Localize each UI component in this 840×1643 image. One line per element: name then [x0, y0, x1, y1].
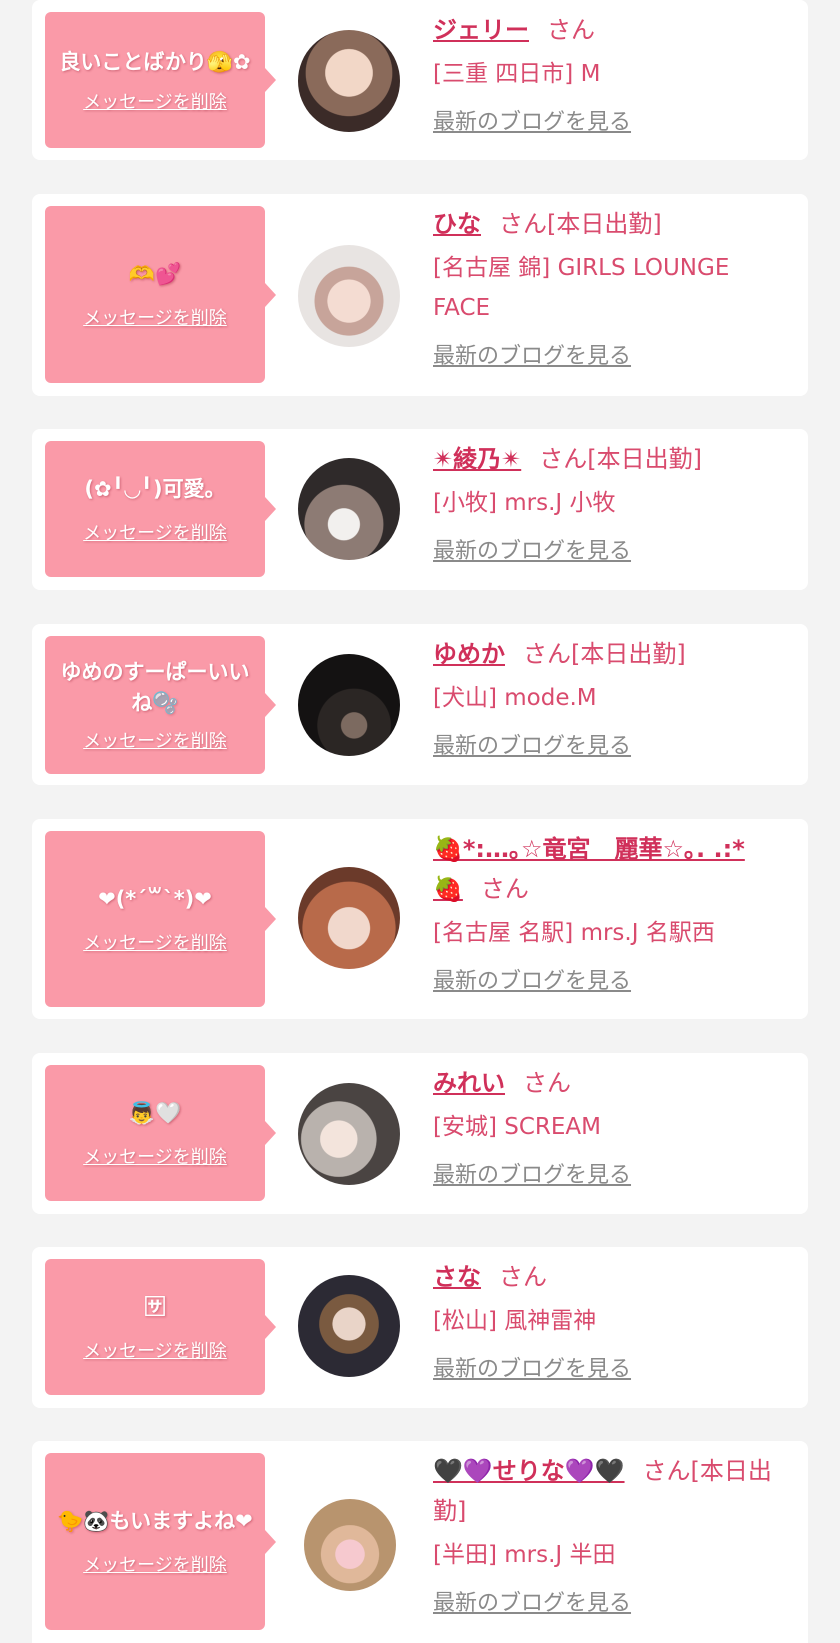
name-suffix: さん[本日出勤]: [523, 640, 686, 668]
delete-message-link[interactable]: メッセージを削除: [83, 88, 227, 114]
message-card: 🈂 メッセージを削除 さな さん [松山] 風神雷神 最新のブログを見る: [32, 1247, 808, 1408]
name-suffix: さん: [499, 1263, 547, 1291]
avatar[interactable]: [298, 245, 400, 347]
cast-info: さな さん [松山] 風神雷神 最新のブログを見る: [433, 1257, 798, 1385]
message-bubble: ❤(*´꒳`*)❤ メッセージを削除: [45, 831, 276, 1007]
message-card: 良いことばかり🫣✿ メッセージを削除 ジェリー さん [三重 四日市] M 最新の…: [32, 0, 808, 160]
cast-name-link[interactable]: 🍓*:…｡☆竜宮 麗華☆｡. .:*🍓: [433, 835, 745, 903]
name-line: みれい さん: [433, 1063, 798, 1103]
cast-name-link[interactable]: さな: [433, 1263, 481, 1291]
latest-blog-link[interactable]: 最新のブログを見る: [433, 342, 631, 372]
shop-info: [名古屋 名駅] mrs.J 名駅西: [433, 920, 715, 946]
avatar[interactable]: [298, 867, 400, 969]
name-suffix: さん: [523, 1069, 571, 1097]
shop-info: [松山] 風神雷神: [433, 1308, 597, 1334]
cast-info: ✴綾乃✴ さん[本日出勤] [小牧] mrs.J 小牧 最新のブログを見る: [433, 439, 798, 567]
delete-message-link[interactable]: メッセージを削除: [83, 1143, 227, 1169]
delete-message-link[interactable]: メッセージを削除: [83, 727, 227, 753]
delete-message-link[interactable]: メッセージを削除: [83, 519, 227, 545]
latest-blog-link[interactable]: 最新のブログを見る: [433, 967, 631, 997]
message-bubble: 🈂 メッセージを削除: [45, 1259, 276, 1395]
cast-name-link[interactable]: ひな: [433, 210, 481, 238]
name-line: さな さん: [433, 1257, 798, 1297]
message-list: 良いことばかり🫣✿ メッセージを削除 ジェリー さん [三重 四日市] M 最新の…: [0, 0, 840, 1643]
shop-info: [三重 四日市] M: [433, 61, 601, 87]
cast-info: 🖤💜せりな💜🖤 さん[本日出勤] [半田] mrs.J 半田 最新のブログを見る: [433, 1451, 798, 1619]
message-text: ゆめのすーぱーいいね🫧: [60, 660, 250, 715]
delete-message-link[interactable]: メッセージを削除: [83, 929, 227, 955]
message-bubble: 良いことばかり🫣✿ メッセージを削除: [45, 12, 276, 148]
shop-info: [犬山] mode.M: [433, 685, 597, 711]
delete-message-link[interactable]: メッセージを削除: [83, 1337, 227, 1363]
latest-blog-link[interactable]: 最新のブログを見る: [433, 732, 631, 762]
name-line: 🖤💜せりな💜🖤 さん[本日出勤]: [433, 1451, 795, 1531]
name-line: ひな さん[本日出勤]: [433, 204, 798, 244]
shop-info: [安城] SCREAM: [433, 1114, 602, 1140]
message-card: ゆめのすーぱーいいね🫧 メッセージを削除 ゆめか さん[本日出勤] [犬山] mo…: [32, 624, 808, 785]
cast-info: ひな さん[本日出勤] [名古屋 錦] GIRLS LOUNGE FACE 最新の…: [433, 204, 798, 372]
message-card: 🐤🐼もいますよね❤ メッセージを削除 🖤💜せりな💜🖤 さん[本日出勤] [半田] …: [32, 1441, 808, 1643]
delete-message-link[interactable]: メッセージを削除: [83, 1551, 227, 1577]
message-card: (✿╹◡╹)可愛。 メッセージを削除 ✴綾乃✴ さん[本日出勤] [小牧] mrs…: [32, 429, 808, 590]
message-card: 🫶💕 メッセージを削除 ひな さん[本日出勤] [名古屋 錦] GIRLS LOU…: [32, 194, 808, 396]
name-suffix: さん[本日出勤]: [499, 210, 662, 238]
delete-message-link[interactable]: メッセージを削除: [83, 304, 227, 330]
cast-info: ジェリー さん [三重 四日市] M 最新のブログを見る: [433, 10, 798, 138]
message-card: ❤(*´꒳`*)❤ メッセージを削除 🍓*:…｡☆竜宮 麗華☆｡. .:*🍓 さん…: [32, 819, 808, 1019]
avatar[interactable]: [298, 1083, 400, 1185]
name-line: 🍓*:…｡☆竜宮 麗華☆｡. .:*🍓 さん: [433, 829, 763, 909]
avatar[interactable]: [298, 1275, 400, 1377]
latest-blog-link[interactable]: 最新のブログを見る: [433, 1589, 631, 1619]
message-bubble: (✿╹◡╹)可愛。 メッセージを削除: [45, 441, 276, 577]
latest-blog-link[interactable]: 最新のブログを見る: [433, 1355, 631, 1385]
name-line: ジェリー さん: [433, 10, 798, 50]
name-suffix: さん[本日出勤]: [539, 445, 702, 473]
cast-info: ゆめか さん[本日出勤] [犬山] mode.M 最新のブログを見る: [433, 634, 798, 762]
message-text: 🐤🐼もいますよね❤: [57, 1509, 253, 1533]
avatar[interactable]: [298, 654, 400, 756]
latest-blog-link[interactable]: 最新のブログを見る: [433, 1161, 631, 1191]
cast-name-link[interactable]: みれい: [433, 1069, 505, 1097]
avatar[interactable]: [304, 1499, 396, 1591]
message-bubble: 🐤🐼もいますよね❤ メッセージを削除: [45, 1453, 276, 1630]
shop-info: [半田] mrs.J 半田: [433, 1542, 616, 1568]
latest-blog-link[interactable]: 最新のブログを見る: [433, 537, 631, 567]
message-bubble: ゆめのすーぱーいいね🫧 メッセージを削除: [45, 636, 276, 774]
shop-info: [名古屋 錦] GIRLS LOUNGE FACE: [433, 255, 730, 321]
avatar[interactable]: [298, 458, 400, 560]
message-bubble: 🫶💕 メッセージを削除: [45, 206, 276, 383]
message-text: (✿╹◡╹)可愛。: [84, 476, 226, 501]
message-text: ❤(*´꒳`*)❤: [98, 886, 212, 911]
message-card: 👼🤍 メッセージを削除 みれい さん [安城] SCREAM 最新のブログを見る: [32, 1053, 808, 1214]
shop-info: [小牧] mrs.J 小牧: [433, 490, 616, 516]
message-bubble: 👼🤍 メッセージを削除: [45, 1065, 276, 1201]
name-suffix: さん: [547, 16, 595, 44]
cast-name-link[interactable]: ジェリー: [433, 16, 529, 44]
cast-info: みれい さん [安城] SCREAM 最新のブログを見る: [433, 1063, 798, 1191]
message-text: 🈂: [144, 1294, 166, 1319]
name-line: ゆめか さん[本日出勤]: [433, 634, 798, 674]
cast-name-link[interactable]: 🖤💜せりな💜🖤: [433, 1457, 625, 1485]
latest-blog-link[interactable]: 最新のブログを見る: [433, 108, 631, 138]
message-text: 良いことばかり🫣✿: [59, 49, 251, 74]
cast-name-link[interactable]: ゆめか: [433, 640, 505, 668]
cast-info: 🍓*:…｡☆竜宮 麗華☆｡. .:*🍓 さん [名古屋 名駅] mrs.J 名駅西…: [433, 829, 798, 997]
cast-name-link[interactable]: ✴綾乃✴: [433, 445, 521, 473]
message-text: 👼🤍: [128, 1100, 182, 1125]
name-suffix: さん: [480, 875, 529, 903]
message-text: 🫶💕: [128, 262, 182, 286]
name-line: ✴綾乃✴ さん[本日出勤]: [433, 439, 798, 479]
avatar[interactable]: [298, 30, 400, 132]
